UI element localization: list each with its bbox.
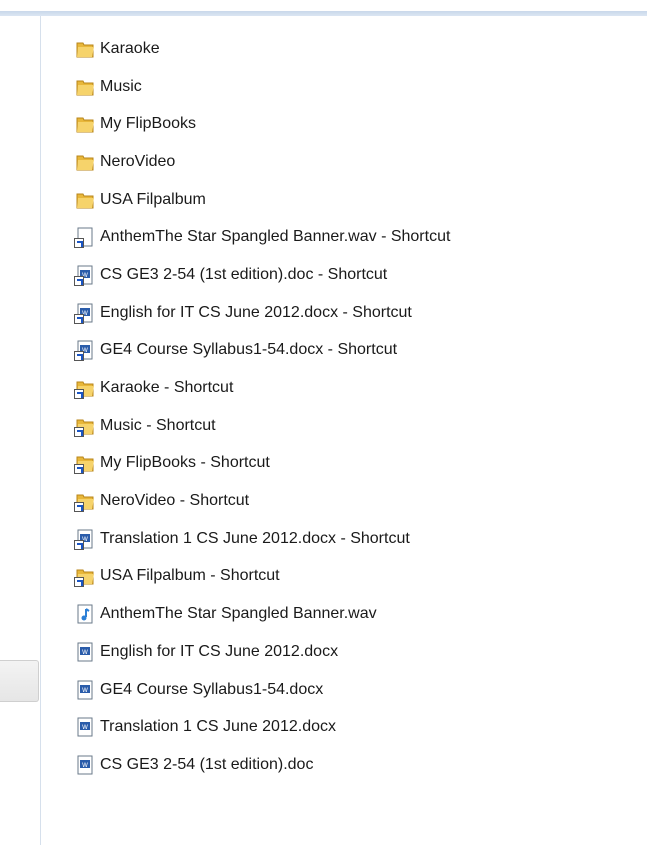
- shortcut-arrow-icon: [74, 275, 84, 286]
- file-name: CS GE3 2-54 (1st edition).doc - Shortcut: [100, 265, 388, 283]
- folder-shortcut-icon: [74, 377, 96, 400]
- file-item[interactable]: Music: [74, 68, 450, 106]
- file-item[interactable]: AnthemThe Star Spangled Banner.wav - Sho…: [74, 218, 450, 256]
- file-shortcut-icon: [74, 226, 96, 249]
- file-item[interactable]: AnthemThe Star Spangled Banner.wav: [74, 595, 450, 633]
- file-name: NeroVideo: [100, 152, 176, 170]
- file-item[interactable]: W English for IT CS June 2012.docx: [74, 633, 450, 671]
- folder-shortcut-icon: [74, 452, 96, 475]
- file-item[interactable]: My FlipBooks: [74, 105, 450, 143]
- word-document-icon: W: [74, 641, 96, 663]
- audio-file-icon: [74, 603, 96, 625]
- folder-icon: [74, 189, 96, 211]
- file-name: My FlipBooks: [100, 115, 197, 133]
- shortcut-arrow-icon: [74, 426, 84, 437]
- word-document-icon: W: [74, 754, 96, 776]
- file-name: English for IT CS June 2012.docx: [100, 642, 339, 660]
- file-item[interactable]: W CS GE3 2-54 (1st edition).doc - Shortcu…: [74, 256, 450, 294]
- file-item[interactable]: My FlipBooks - Shortcut: [74, 445, 450, 483]
- shortcut-arrow-icon: [74, 313, 84, 324]
- word-document-icon: W: [74, 679, 96, 701]
- folder-icon: [74, 76, 96, 98]
- file-item[interactable]: W GE4 Course Syllabus1-54.docx - Shortcut: [74, 332, 450, 370]
- file-name: CS GE3 2-54 (1st edition).doc: [100, 755, 314, 773]
- file-name: USA Filpalbum - Shortcut: [100, 567, 280, 585]
- file-item[interactable]: NeroVideo - Shortcut: [74, 482, 450, 520]
- file-name: Music - Shortcut: [100, 416, 216, 434]
- file-name: USA Filpalbum: [100, 190, 206, 208]
- folder-shortcut-icon: [74, 490, 96, 513]
- word-document-icon: W: [74, 716, 96, 738]
- file-item[interactable]: NeroVideo: [74, 143, 450, 181]
- file-name: Music: [100, 77, 142, 95]
- file-item[interactable]: USA Filpalbum - Shortcut: [74, 558, 450, 596]
- window-top-border: [0, 0, 647, 16]
- svg-text:W: W: [82, 687, 88, 694]
- svg-text:W: W: [82, 724, 88, 731]
- folder-icon: [74, 151, 96, 173]
- svg-text:W: W: [82, 649, 88, 656]
- file-item[interactable]: W Translation 1 CS June 2012.docx - Short…: [74, 520, 450, 558]
- folder-shortcut-icon: [74, 565, 96, 588]
- file-name: AnthemThe Star Spangled Banner.wav: [100, 605, 377, 623]
- word-document-shortcut-icon: W: [74, 339, 96, 362]
- file-item[interactable]: USA Filpalbum: [74, 181, 450, 219]
- file-list: Karaoke Music My FlipBooks NeroVideo USA Fil…: [74, 30, 450, 784]
- file-item[interactable]: Music - Shortcut: [74, 407, 450, 445]
- navigation-pane[interactable]: [0, 16, 41, 845]
- file-item[interactable]: W Translation 1 CS June 2012.docx: [74, 708, 450, 746]
- word-document-shortcut-icon: W: [74, 264, 96, 286]
- folder-icon: [74, 113, 96, 135]
- file-name: Translation 1 CS June 2012.docx - Shortc…: [100, 529, 410, 547]
- shortcut-arrow-icon: [74, 464, 84, 475]
- nav-pane-scroll-thumb[interactable]: [0, 660, 39, 702]
- shortcut-arrow-icon: [74, 539, 84, 550]
- file-item[interactable]: W GE4 Course Syllabus1-54.docx: [74, 671, 450, 709]
- shortcut-arrow-icon: [74, 351, 84, 362]
- file-name: AnthemThe Star Spangled Banner.wav - Sho…: [100, 228, 451, 246]
- file-name: Karaoke: [100, 39, 160, 57]
- svg-text:W: W: [82, 762, 88, 769]
- shortcut-arrow-icon: [74, 502, 84, 513]
- shortcut-arrow-icon: [74, 577, 84, 588]
- word-document-shortcut-icon: W: [74, 528, 96, 550]
- file-item[interactable]: W CS GE3 2-54 (1st edition).doc: [74, 746, 450, 784]
- file-item[interactable]: W English for IT CS June 2012.docx - Shor…: [74, 294, 450, 332]
- shortcut-arrow-icon: [74, 238, 84, 249]
- file-name: GE4 Course Syllabus1-54.docx - Shortcut: [100, 341, 398, 359]
- file-name: Karaoke - Shortcut: [100, 379, 234, 397]
- file-item[interactable]: Karaoke: [74, 30, 450, 68]
- file-name: GE4 Course Syllabus1-54.docx: [100, 680, 324, 698]
- file-name: English for IT CS June 2012.docx - Short…: [100, 303, 412, 321]
- file-name: Translation 1 CS June 2012.docx: [100, 718, 336, 736]
- file-name: My FlipBooks - Shortcut: [100, 454, 270, 472]
- folder-shortcut-icon: [74, 415, 96, 437]
- file-item[interactable]: Karaoke - Shortcut: [74, 369, 450, 407]
- file-name: NeroVideo - Shortcut: [100, 492, 250, 510]
- folder-icon: [74, 38, 96, 60]
- shortcut-arrow-icon: [74, 389, 84, 400]
- word-document-shortcut-icon: W: [74, 302, 96, 324]
